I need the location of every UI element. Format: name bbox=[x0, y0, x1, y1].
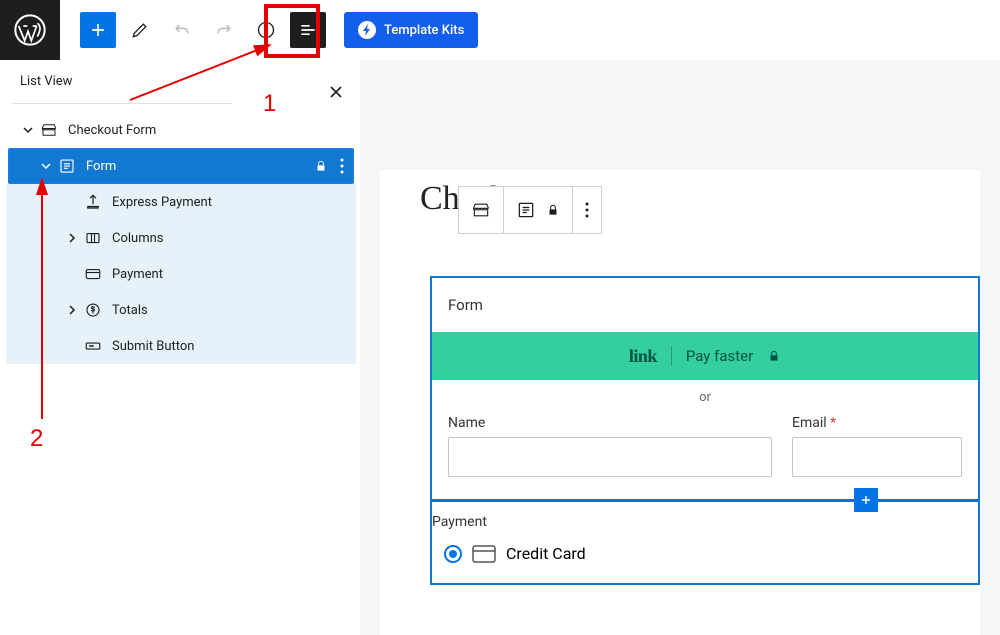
editor-canvas: Checkout Form link Pay faster or Name Em… bbox=[360, 60, 1000, 635]
edit-button[interactable] bbox=[122, 12, 158, 48]
divider bbox=[671, 346, 672, 366]
block-tree: Checkout Form Form Express Payment bbox=[6, 112, 356, 364]
name-field: Name bbox=[448, 415, 772, 477]
lock-icon bbox=[767, 349, 781, 363]
lock-icon bbox=[546, 203, 560, 217]
block-toolbar bbox=[458, 186, 602, 234]
payment-option-credit-card[interactable]: Credit Card bbox=[432, 544, 978, 563]
toolbar-buttons: Template Kits bbox=[80, 12, 478, 48]
list-view-button[interactable] bbox=[290, 12, 326, 48]
tree-item-submit-button[interactable]: Submit Button bbox=[6, 328, 356, 364]
plus-icon bbox=[859, 493, 873, 507]
template-kits-button[interactable]: Template Kits bbox=[344, 12, 478, 48]
annotation-number-1: 1 bbox=[263, 90, 276, 118]
redo-icon bbox=[214, 20, 234, 40]
undo-icon bbox=[172, 20, 192, 40]
undo-button[interactable] bbox=[164, 12, 200, 48]
link-text: Pay faster bbox=[686, 347, 753, 365]
block-inserter-button[interactable] bbox=[854, 488, 878, 512]
name-email-row: Name Email * bbox=[432, 415, 978, 477]
list-view-header: List View bbox=[12, 60, 232, 104]
pencil-icon bbox=[130, 20, 150, 40]
card-icon bbox=[472, 545, 496, 563]
chevron-down-icon[interactable] bbox=[36, 161, 56, 171]
tree-item-label: Submit Button bbox=[112, 339, 194, 354]
name-label: Name bbox=[448, 415, 772, 431]
tree-item-express-payment[interactable]: Express Payment bbox=[6, 184, 356, 220]
more-icon bbox=[585, 202, 589, 218]
block-toolbar-parent-button[interactable] bbox=[459, 187, 504, 233]
tree-item-payment[interactable]: Payment bbox=[6, 256, 356, 292]
bolt-icon bbox=[358, 21, 376, 39]
info-button[interactable] bbox=[248, 12, 284, 48]
tree-item-columns[interactable]: Columns bbox=[6, 220, 356, 256]
list-view-title: List View bbox=[20, 74, 72, 89]
link-brand-logo: link bbox=[629, 346, 657, 367]
annotation-number-2: 2 bbox=[30, 425, 43, 453]
form-icon bbox=[516, 200, 536, 220]
list-view-icon bbox=[298, 20, 318, 40]
tree-item-label: Payment bbox=[112, 267, 163, 282]
payment-label: Payment bbox=[432, 514, 978, 530]
wordpress-icon bbox=[14, 14, 46, 46]
form-block[interactable]: Form link Pay faster or Name Email * bbox=[430, 276, 980, 585]
tree-item-form[interactable]: Form bbox=[8, 148, 354, 184]
add-block-button[interactable] bbox=[80, 12, 116, 48]
list-view-panel: List View Checkout Form Form bbox=[6, 60, 356, 364]
plus-icon bbox=[88, 20, 108, 40]
tree-item-label: Checkout Form bbox=[68, 123, 156, 138]
payment-option-label: Credit Card bbox=[506, 544, 586, 563]
close-button[interactable] bbox=[324, 80, 348, 104]
block-inserter-line bbox=[432, 499, 978, 502]
template-kits-label: Template Kits bbox=[384, 23, 464, 38]
tree-item-checkout-form[interactable]: Checkout Form bbox=[6, 112, 356, 148]
tree-item-totals[interactable]: Totals bbox=[6, 292, 356, 328]
form-block-label: Form bbox=[432, 278, 978, 332]
chevron-right-icon[interactable] bbox=[62, 233, 82, 243]
email-field: Email * bbox=[792, 415, 962, 477]
editor-toolbar: Template Kits bbox=[0, 0, 1000, 60]
page-content: Checkout Form link Pay faster or Name Em… bbox=[380, 170, 980, 635]
close-icon bbox=[328, 84, 344, 100]
email-label: Email * bbox=[792, 415, 962, 431]
redo-button[interactable] bbox=[206, 12, 242, 48]
tree-item-actions bbox=[314, 158, 344, 174]
express-payment-link[interactable]: link Pay faster bbox=[432, 332, 978, 380]
button-icon bbox=[82, 337, 104, 355]
info-icon bbox=[256, 20, 276, 40]
block-toolbar-form-segment[interactable] bbox=[504, 187, 573, 233]
tree-item-label: Totals bbox=[112, 303, 148, 318]
dollar-icon bbox=[82, 301, 104, 319]
block-toolbar-more-button[interactable] bbox=[573, 187, 601, 233]
storefront-icon bbox=[38, 121, 60, 139]
form-icon bbox=[56, 157, 78, 175]
columns-icon bbox=[82, 229, 104, 247]
payment-section: Payment Credit Card bbox=[432, 514, 978, 583]
email-input[interactable] bbox=[792, 437, 962, 477]
wordpress-logo[interactable] bbox=[0, 0, 60, 60]
tree-item-label: Form bbox=[86, 159, 116, 174]
radio-selected-icon[interactable] bbox=[444, 545, 462, 563]
card-icon bbox=[82, 265, 104, 283]
lock-icon[interactable] bbox=[314, 159, 328, 173]
or-divider: or bbox=[432, 380, 978, 415]
storefront-icon bbox=[471, 200, 491, 220]
chevron-right-icon[interactable] bbox=[62, 305, 82, 315]
tree-item-label: Columns bbox=[112, 231, 164, 246]
tree-item-label: Express Payment bbox=[112, 195, 212, 210]
more-icon[interactable] bbox=[340, 158, 344, 174]
upload-icon bbox=[82, 193, 104, 211]
chevron-down-icon[interactable] bbox=[18, 125, 38, 135]
name-input[interactable] bbox=[448, 437, 772, 477]
